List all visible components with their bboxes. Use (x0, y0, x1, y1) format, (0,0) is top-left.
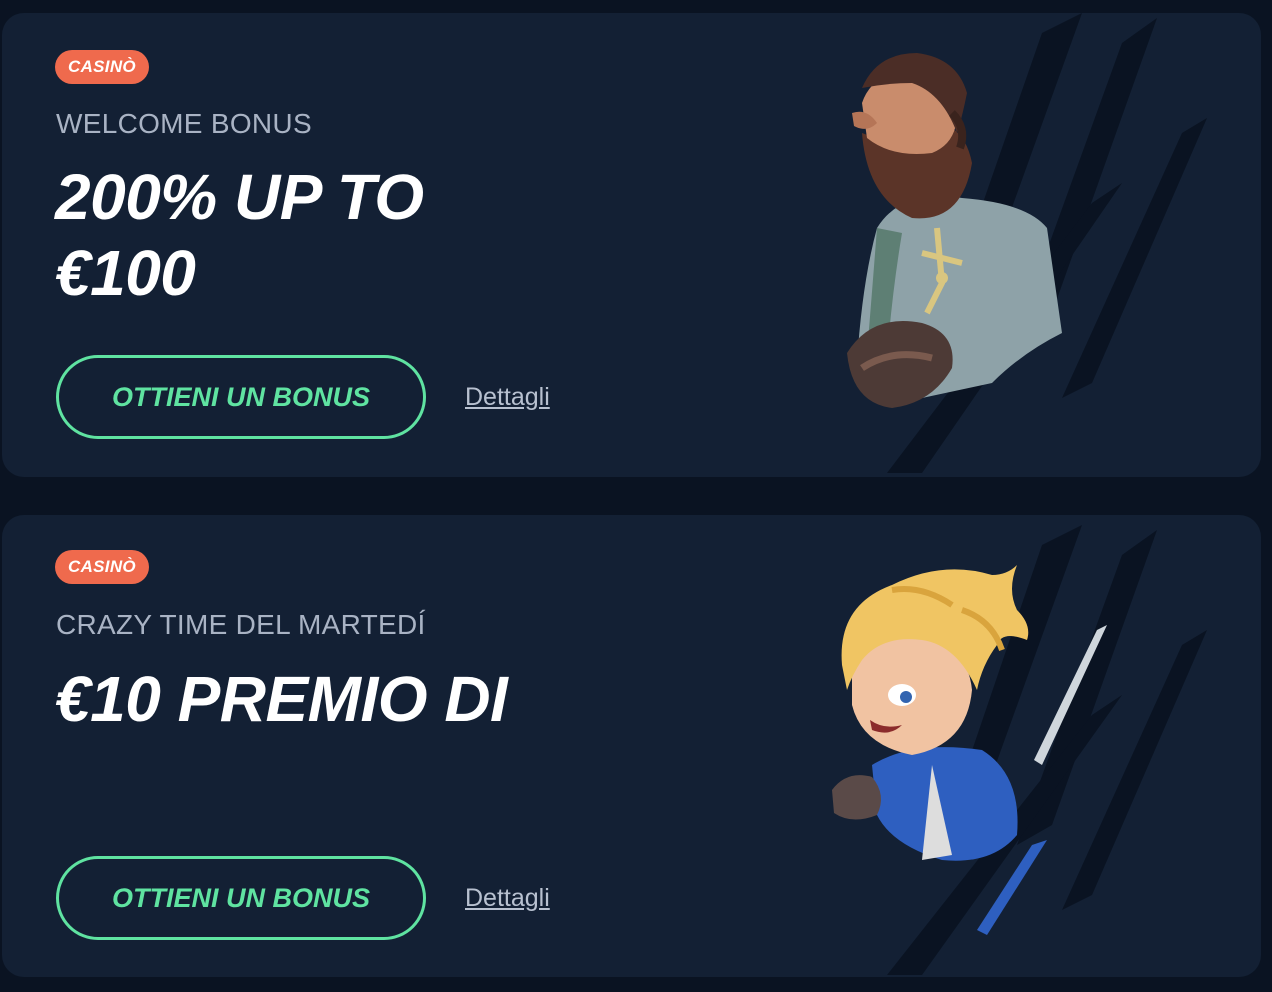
get-bonus-button[interactable]: OTTIENI UN BONUS (56, 856, 426, 940)
promo-subtitle: CRAZY TIME DEL MARTEDÍ (56, 609, 426, 640)
bearded-explorer-icon (847, 13, 1207, 473)
promo-card-crazy-time: CASINÒ CRAZY TIME DEL MARTEDÍ €10 PREMIO… (2, 515, 1261, 977)
blonde-hero-icon (832, 525, 1207, 975)
category-badge: CASINÒ (55, 50, 149, 84)
promo-headline: 200% UP TO €100 (55, 161, 424, 309)
details-link[interactable]: Dettagli (465, 383, 550, 412)
promo-headline: €10 PREMIO DI (55, 663, 508, 735)
details-link[interactable]: Dettagli (465, 884, 550, 913)
category-badge: CASINÒ (55, 550, 149, 584)
promo-subtitle: WELCOME BONUS (56, 108, 312, 139)
promo-card-welcome: CASINÒ WELCOME BONUS 200% UP TO €100 OTT… (2, 13, 1261, 477)
get-bonus-button[interactable]: OTTIENI UN BONUS (56, 355, 426, 439)
